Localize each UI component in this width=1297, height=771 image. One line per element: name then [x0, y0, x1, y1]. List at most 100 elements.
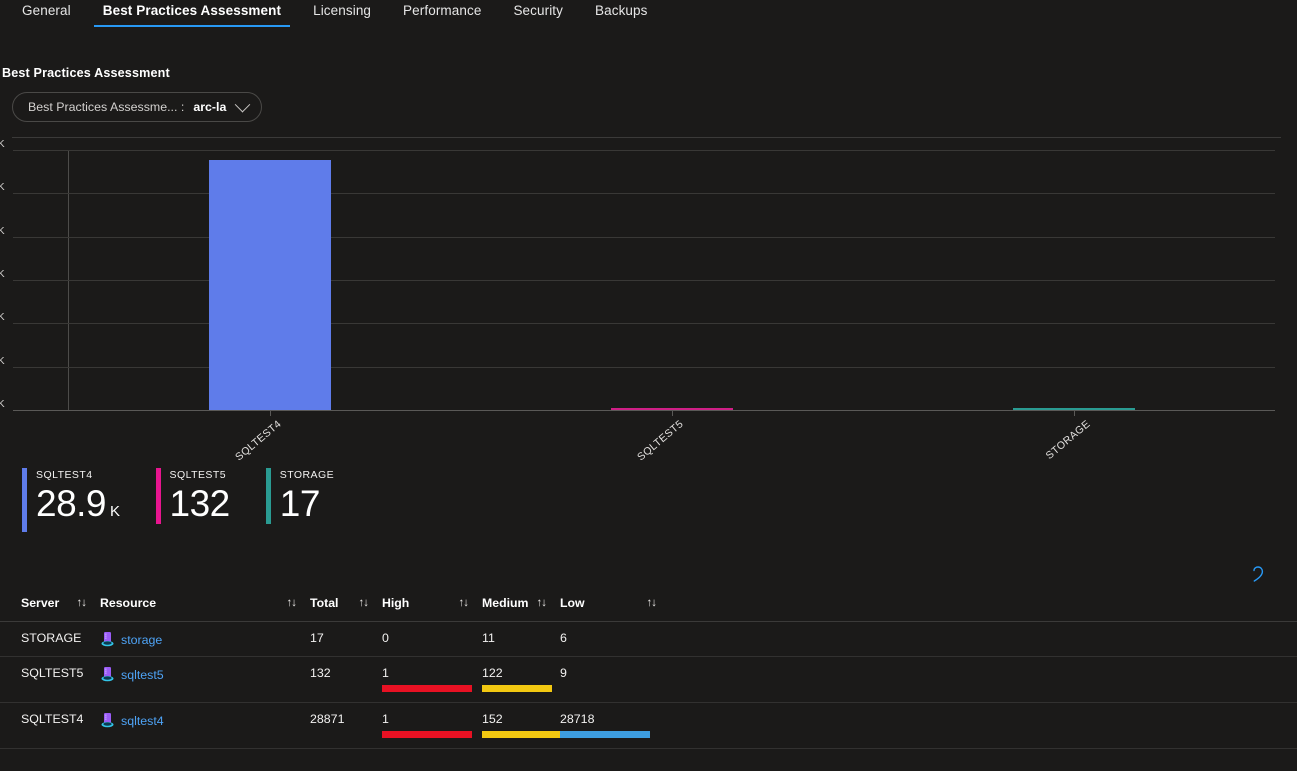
- table-toolbar: [0, 558, 1297, 592]
- cell-high: 0: [382, 621, 482, 657]
- kpi-color-bar: [265, 468, 271, 524]
- x-axis-tick-label: SQLTEST4: [233, 418, 285, 464]
- y-axis-tick-label: 15K: [0, 268, 5, 280]
- chevron-down-icon: [235, 96, 251, 112]
- x-axis-tick: [672, 410, 673, 416]
- x-axis-tick: [270, 410, 271, 416]
- kpi-label: STORAGE: [279, 469, 335, 481]
- page-title: Best Practices Assessment: [2, 66, 170, 80]
- kpi-color-bar: [22, 468, 27, 532]
- metric-value: 28718: [560, 712, 595, 726]
- metric-bar: [482, 731, 572, 738]
- cell-resource: sqltest4: [100, 702, 310, 749]
- chart-gridline: 0K: [0, 398, 1275, 411]
- resource-link[interactable]: storage: [121, 633, 162, 647]
- kpi-card-sqltest5: SQLTEST5 132: [155, 468, 231, 524]
- metric-value: 1: [382, 712, 389, 726]
- tab-licensing[interactable]: Licensing: [297, 0, 387, 27]
- tab-security[interactable]: Security: [497, 0, 579, 27]
- metric-value: 11: [482, 631, 495, 645]
- column-header-medium[interactable]: Medium ↑↓: [482, 592, 560, 622]
- filter-value: arc-la: [193, 100, 227, 114]
- x-axis-tick-label: STORAGE: [1043, 418, 1093, 462]
- cell-server: SQLTEST5: [0, 656, 100, 703]
- cell-medium: 152: [482, 702, 572, 749]
- column-header-total[interactable]: Total ↑↓: [310, 592, 382, 622]
- tab-performance[interactable]: Performance: [387, 0, 497, 27]
- assessment-scope-dropdown[interactable]: Best Practices Assessme... : arc-la: [12, 92, 263, 122]
- table-body: STORAGE storage 17 0 11 6 SQLTEST5 sqltest5 132 1…: [0, 621, 1297, 749]
- sort-toggle-low[interactable]: ↑↓: [647, 597, 657, 609]
- metric-value: 6: [560, 631, 567, 645]
- metric-value: 0: [382, 631, 389, 645]
- filter-bar: Best Practices Assessme... : arc-la: [0, 80, 1297, 122]
- chart-gridline: 10K: [0, 311, 1275, 325]
- assessment-results-table: Server ↑↓ Resource ↑↓ Total ↑↓ High ↑↓ Mediu…: [0, 592, 1297, 749]
- column-label: Medium: [482, 596, 529, 610]
- column-label: High: [382, 596, 410, 610]
- metric-cell: 122: [482, 666, 560, 694]
- refresh-icon[interactable]: [1245, 562, 1271, 588]
- metric-bar: [382, 685, 472, 692]
- metric-value: 1: [382, 666, 389, 680]
- kpi-unit: K: [110, 503, 120, 520]
- sort-toggle-resource[interactable]: ↑↓: [287, 597, 297, 609]
- cell-total: 17: [310, 621, 382, 657]
- cell-spacer: [670, 702, 1297, 749]
- column-header-server[interactable]: Server ↑↓: [0, 592, 100, 622]
- kpi-card-sqltest4: SQLTEST4 28.9 K: [22, 468, 120, 532]
- assessment-bar-chart: 0K 5K 10K 15K 20K 25K 30K SQLTEST4 SQLTEST5 STORA…: [0, 137, 1297, 464]
- chart-gridline: 15K: [0, 268, 1275, 281]
- metric-cell: 152: [482, 712, 572, 740]
- metric-value: 152: [482, 712, 503, 726]
- cell-high: 1: [382, 656, 482, 703]
- cell-spacer: [670, 621, 1297, 657]
- tab-backups[interactable]: Backups: [579, 0, 663, 27]
- metric-value: 9: [560, 666, 567, 680]
- cell-medium: 11: [482, 621, 560, 657]
- cell-low: 9: [560, 656, 670, 703]
- table-row[interactable]: STORAGE storage 17 0 11 6: [0, 621, 1297, 657]
- column-header-low[interactable]: Low ↑↓: [560, 592, 670, 622]
- metric-cell: 11: [482, 631, 560, 648]
- chart-bar[interactable]: [208, 159, 331, 410]
- resource-link[interactable]: sqltest4: [121, 714, 164, 728]
- chart-gridline: 5K: [0, 355, 1275, 368]
- chart-top-divider: [12, 137, 1281, 138]
- y-axis-tick-label: 25K: [0, 181, 5, 194]
- kpi-label: SQLTEST4: [36, 469, 93, 481]
- sort-toggle-total[interactable]: ↑↓: [359, 597, 369, 609]
- metric-bar: [482, 685, 552, 692]
- tab-label: General: [22, 3, 71, 18]
- chart-gridline: 30K: [0, 138, 1275, 151]
- column-header-resource[interactable]: Resource ↑↓: [100, 592, 310, 622]
- column-label: Resource: [100, 596, 157, 610]
- sort-toggle-medium[interactable]: ↑↓: [537, 597, 547, 609]
- cell-spacer: [670, 656, 1297, 703]
- filter-label: Best Practices Assessme... :: [28, 100, 185, 114]
- table-row[interactable]: SQLTEST4 sqltest4 28871 1 152 28718: [0, 702, 1297, 749]
- cell-medium: 122: [482, 656, 560, 703]
- tab-general[interactable]: General: [14, 0, 87, 27]
- tab-best-practices-assessment[interactable]: Best Practices Assessment: [87, 0, 297, 27]
- sort-toggle-server[interactable]: ↑↓: [77, 597, 87, 609]
- metric-cell: 0: [382, 631, 482, 648]
- table-row[interactable]: SQLTEST5 sqltest5 132 1 122 9: [0, 656, 1297, 703]
- cell-low: 28718: [560, 702, 670, 749]
- kpi-card-group: SQLTEST4 28.9 K SQLTEST5 132 STORAGE 17: [0, 468, 1297, 532]
- metric-cell: 1: [382, 712, 482, 740]
- sort-toggle-high[interactable]: ↑↓: [459, 597, 469, 609]
- y-axis-tick-label: 10K: [0, 311, 5, 324]
- kpi-value: 132: [169, 483, 231, 524]
- metric-bar: [382, 731, 472, 738]
- sql-server-icon: [101, 667, 114, 682]
- tab-label: Performance: [403, 3, 482, 18]
- resource-link[interactable]: sqltest5: [121, 668, 164, 682]
- chart-gridline: 20K: [0, 225, 1275, 238]
- column-header-high[interactable]: High ↑↓: [382, 592, 482, 622]
- metric-value: 122: [482, 666, 503, 680]
- y-axis-tick-label: 30K: [0, 138, 5, 150]
- cell-total: 132: [310, 656, 382, 703]
- table-header-row: Server ↑↓ Resource ↑↓ Total ↑↓ High ↑↓ Mediu…: [0, 592, 1297, 622]
- cell-total: 28871: [310, 702, 382, 749]
